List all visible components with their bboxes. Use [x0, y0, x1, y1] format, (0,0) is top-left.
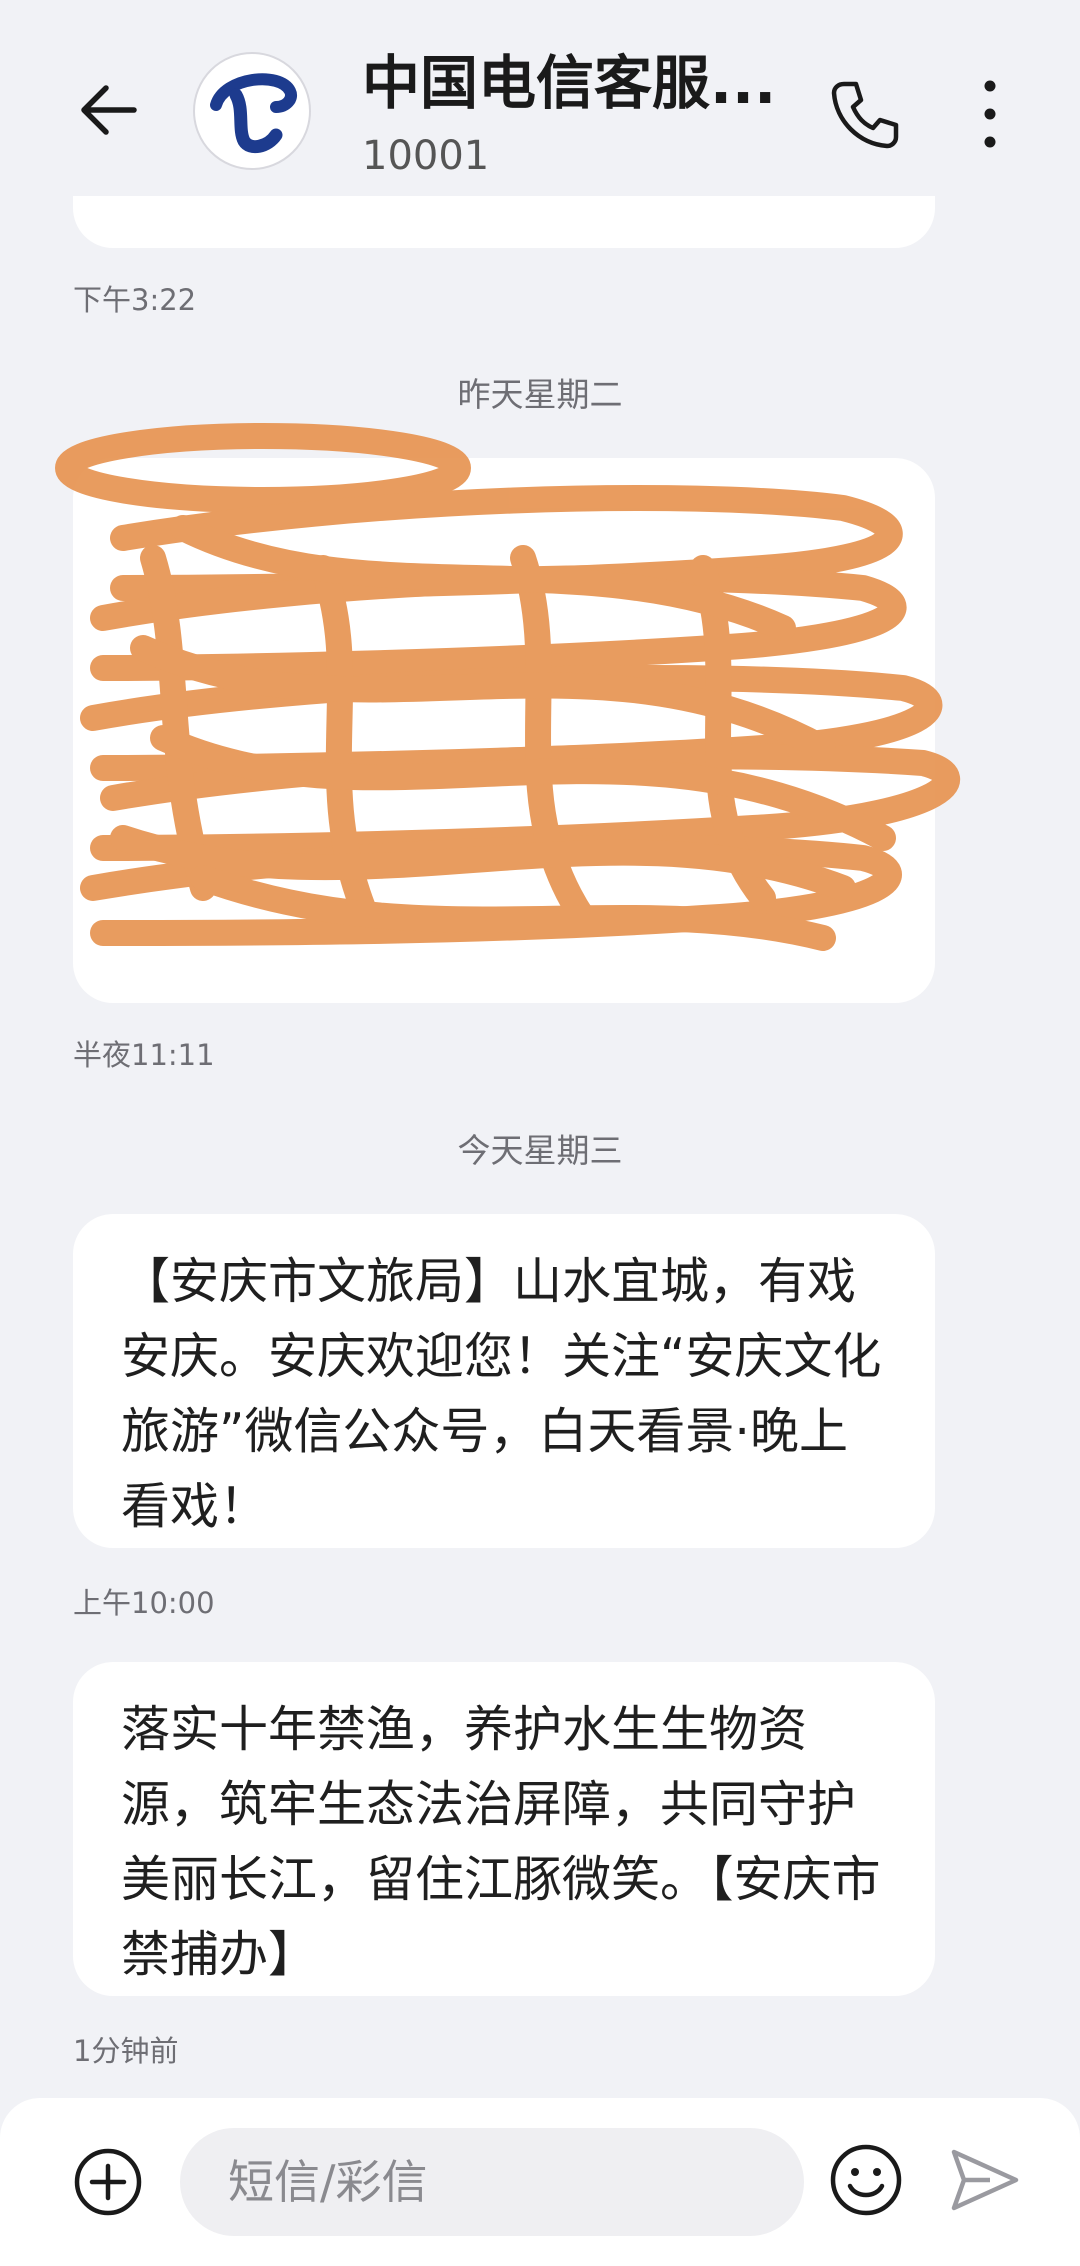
contact-name[interactable]: 中国电信客服...: [362, 46, 782, 120]
add-attachment-button[interactable]: [72, 2146, 144, 2218]
conversation-screen: 中国电信客服... 10001 下午3:22 昨天星期二 半夜11:11 今天星…: [0, 0, 1080, 2266]
date-separator: 昨天星期二: [457, 375, 623, 414]
contact-avatar[interactable]: [193, 52, 311, 170]
contact-number: 10001: [362, 133, 490, 179]
message-input[interactable]: [180, 2128, 804, 2236]
message-time: 上午10:00: [73, 1586, 215, 1620]
arrow-left-icon: [81, 85, 137, 135]
smiley-icon: [830, 2144, 902, 2216]
message-time: 下午3:22: [73, 283, 197, 317]
phone-icon: [831, 81, 899, 149]
message-bubble[interactable]: 落实十年禁渔，养护水生生物资源，筑牢生态法治屏障，共同守护美丽长江，留住江豚微笑…: [73, 1662, 935, 1996]
send-icon: [951, 2149, 1019, 2211]
message-time: 1分钟前: [73, 2034, 179, 2068]
compose-bar: [0, 2098, 1080, 2266]
china-telecom-logo-icon: [210, 73, 297, 154]
plus-circle-icon: [74, 2148, 142, 2216]
send-button[interactable]: [946, 2142, 1022, 2218]
redaction-scribble: [55, 423, 960, 951]
emoji-button[interactable]: [828, 2142, 904, 2218]
date-separator: 今天星期三: [457, 1131, 623, 1170]
call-button[interactable]: [826, 76, 902, 152]
message-bubble[interactable]: 【安庆市文旅局】山水宜城，有戏安庆。安庆欢迎您！关注“安庆文化旅游”微信公众号，…: [73, 1214, 935, 1548]
more-options-button[interactable]: [970, 74, 1010, 154]
message-bubble-redacted[interactable]: [55, 423, 960, 1003]
message-time: 半夜11:11: [73, 1038, 215, 1072]
conversation-header: 中国电信客服... 10001: [0, 0, 1080, 196]
more-vertical-icon: [984, 80, 996, 148]
back-button[interactable]: [72, 72, 148, 148]
